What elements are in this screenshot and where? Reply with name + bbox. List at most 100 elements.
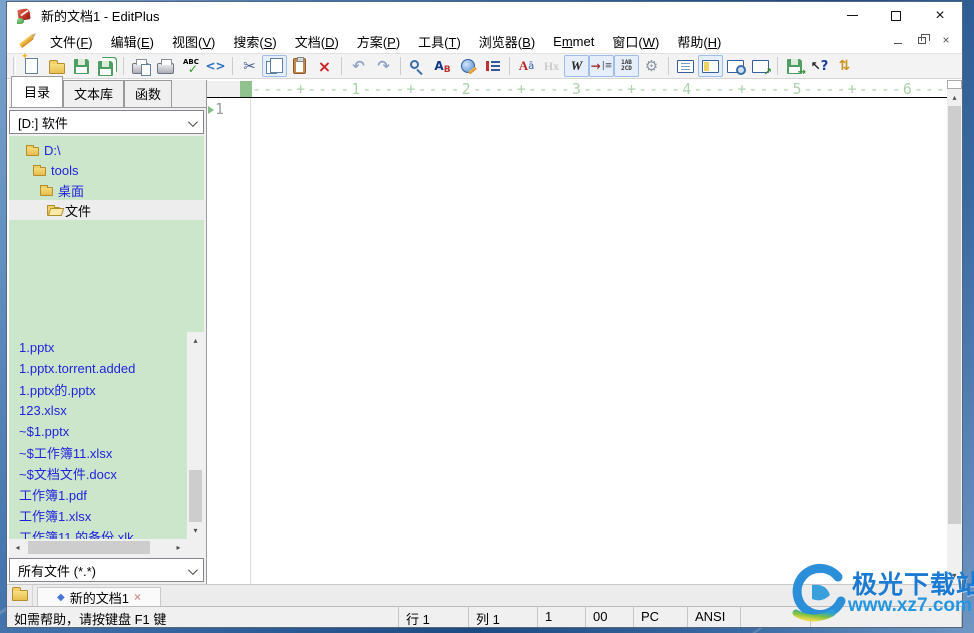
menu-item-0[interactable]: 文件(F) xyxy=(41,29,102,54)
file-item[interactable]: 1.pptx.torrent.added xyxy=(9,358,204,379)
undo-button[interactable]: ↶ xyxy=(346,55,371,77)
drive-select-value: [D:] 软件 xyxy=(18,113,68,132)
sidebar-tab-0[interactable]: 目录 xyxy=(11,76,63,107)
child-restore-icon xyxy=(918,37,926,44)
file-item[interactable]: ~$文档文件.docx xyxy=(9,463,204,484)
minimize-icon xyxy=(847,15,858,16)
document-icon: ◆ xyxy=(57,592,65,603)
ftp-upload-button[interactable]: → xyxy=(782,55,807,77)
print-button[interactable] xyxy=(153,55,178,77)
editor-area[interactable]: ----+----1----+----2----+----3----+----4… xyxy=(206,80,962,584)
context-help-button[interactable]: ↖? xyxy=(807,55,832,77)
scrollbar-corner xyxy=(187,539,204,556)
editor-vscrollbar[interactable]: ▴ ▾ xyxy=(947,89,962,584)
file-filter-select[interactable]: 所有文件 (*.*) xyxy=(9,558,204,582)
sorted-list-button[interactable] xyxy=(480,55,505,77)
toolbar-separator xyxy=(232,57,233,75)
ruler-scale: ----+----1----+----2----+----3----+----4… xyxy=(252,81,947,97)
new-document-button[interactable] xyxy=(19,55,44,77)
browser-panel-button[interactable] xyxy=(748,55,773,77)
close-button[interactable]: × xyxy=(918,2,962,29)
redo-button[interactable]: ↷ xyxy=(371,55,396,77)
document-selector-button[interactable] xyxy=(7,585,33,606)
paste-button[interactable] xyxy=(287,55,312,77)
delete-button[interactable]: × xyxy=(312,55,337,77)
file-list: 1.pptx1.pptx.torrent.added1.pptx的.pptx12… xyxy=(9,332,204,539)
menu-item-9[interactable]: 窗口(W) xyxy=(603,29,668,54)
status-cell-4: PC xyxy=(634,607,688,627)
spell-check-button[interactable]: ABC✓ xyxy=(178,55,203,77)
tree-item[interactable]: tools xyxy=(9,160,204,180)
tab-close-icon[interactable]: × xyxy=(134,590,141,604)
toolbar-separator xyxy=(777,57,778,75)
tree-item-label: 文件 xyxy=(65,201,91,220)
scroll-thumb[interactable] xyxy=(28,541,150,554)
cut-button[interactable]: ✂ xyxy=(237,55,262,77)
scroll-down-icon[interactable]: ▾ xyxy=(947,567,962,584)
save-button[interactable] xyxy=(69,55,94,77)
sync-scroll-button[interactable]: ⇅ xyxy=(832,55,857,77)
word-wrap-button[interactable]: W xyxy=(564,55,589,77)
child-restore-button[interactable] xyxy=(912,31,932,49)
copy-button[interactable] xyxy=(262,55,287,77)
sidebar-tab-1[interactable]: 文本库 xyxy=(63,80,124,107)
drive-select[interactable]: [D:] 软件 xyxy=(9,110,204,134)
split-handle[interactable] xyxy=(947,80,962,89)
toolbar: ABC✓<> ✂ × ↶↷ AB AāHxW→|≡1AB2CD⚙ →↖?⇅ xyxy=(7,53,962,79)
toolbar-grip[interactable] xyxy=(13,57,14,75)
child-close-button[interactable]: × xyxy=(936,31,956,49)
cliptext-panel-button[interactable] xyxy=(723,55,748,77)
file-item[interactable]: 123.xlsx xyxy=(9,400,204,421)
tree-item[interactable]: 文件 xyxy=(9,200,204,220)
hex-viewer-button[interactable]: Hx xyxy=(539,55,564,77)
scroll-right-icon[interactable]: ▸ xyxy=(170,539,187,556)
file-item[interactable]: ~$1.pptx xyxy=(9,421,204,442)
menu-item-8[interactable]: Emmet xyxy=(544,31,603,52)
sidebar-tab-2[interactable]: 函数 xyxy=(124,80,172,107)
font-button[interactable]: Aā xyxy=(514,55,539,77)
menu-item-1[interactable]: 编辑(E) xyxy=(102,29,163,54)
replace-button[interactable]: AB xyxy=(430,55,455,77)
line-numbers-button[interactable]: 1AB2CD xyxy=(614,55,639,77)
tree-item[interactable]: 桌面 xyxy=(9,180,204,200)
file-item[interactable]: 1.pptx的.pptx xyxy=(9,379,204,400)
scroll-thumb[interactable] xyxy=(948,106,961,524)
preferences-button[interactable]: ⚙ xyxy=(639,55,664,77)
file-item[interactable]: 工作簿1.pdf xyxy=(9,484,204,505)
file-list-hscrollbar[interactable]: ◂ ▸ xyxy=(9,539,187,556)
folder-tree: D:\tools桌面文件 xyxy=(9,136,204,332)
scroll-up-icon[interactable]: ▴ xyxy=(947,89,962,106)
file-item[interactable]: 工作簿1.xlsx xyxy=(9,505,204,526)
menu-item-5[interactable]: 方案(P) xyxy=(348,29,409,54)
menu-item-10[interactable]: 帮助(H) xyxy=(668,29,730,54)
maximize-button[interactable] xyxy=(874,2,918,29)
menu-item-3[interactable]: 搜索(S) xyxy=(224,29,285,54)
print-preview-button[interactable] xyxy=(128,55,153,77)
toolbar-separator xyxy=(123,57,124,75)
document-tab[interactable]: ◆新的文档1× xyxy=(37,587,161,606)
child-minimize-button[interactable] xyxy=(888,31,908,49)
open-file-button[interactable] xyxy=(44,55,69,77)
minimize-button[interactable] xyxy=(830,2,874,29)
file-item[interactable]: 工作簿11 的备份.xlk xyxy=(9,526,204,539)
scroll-down-icon[interactable]: ▾ xyxy=(187,522,204,539)
scroll-left-icon[interactable]: ◂ xyxy=(9,539,26,556)
directory-panel-button[interactable] xyxy=(698,55,723,77)
file-list-vscrollbar[interactable]: ▴ ▾ xyxy=(187,332,204,539)
scroll-up-icon[interactable]: ▴ xyxy=(187,332,204,349)
file-item[interactable]: 1.pptx xyxy=(9,337,204,358)
tree-item[interactable]: D:\ xyxy=(9,140,204,160)
save-all-button[interactable] xyxy=(94,55,119,77)
editplus-window: 新的文档1 - EditPlus × 文件(F)编辑(E)视图(V)搜索(S)文… xyxy=(6,1,963,628)
menu-item-2[interactable]: 视图(V) xyxy=(163,29,224,54)
html-toolbar-button[interactable]: <> xyxy=(203,55,228,77)
document-list-button[interactable] xyxy=(673,55,698,77)
web-document-button[interactable] xyxy=(455,55,480,77)
file-item[interactable]: ~$工作簿11.xlsx xyxy=(9,442,204,463)
menu-item-4[interactable]: 文档(D) xyxy=(286,29,348,54)
find-button[interactable] xyxy=(405,55,430,77)
menu-item-7[interactable]: 浏览器(B) xyxy=(470,29,544,54)
close-icon: × xyxy=(935,8,944,24)
auto-indent-button[interactable]: →|≡ xyxy=(589,55,614,77)
menu-item-6[interactable]: 工具(T) xyxy=(409,29,470,54)
